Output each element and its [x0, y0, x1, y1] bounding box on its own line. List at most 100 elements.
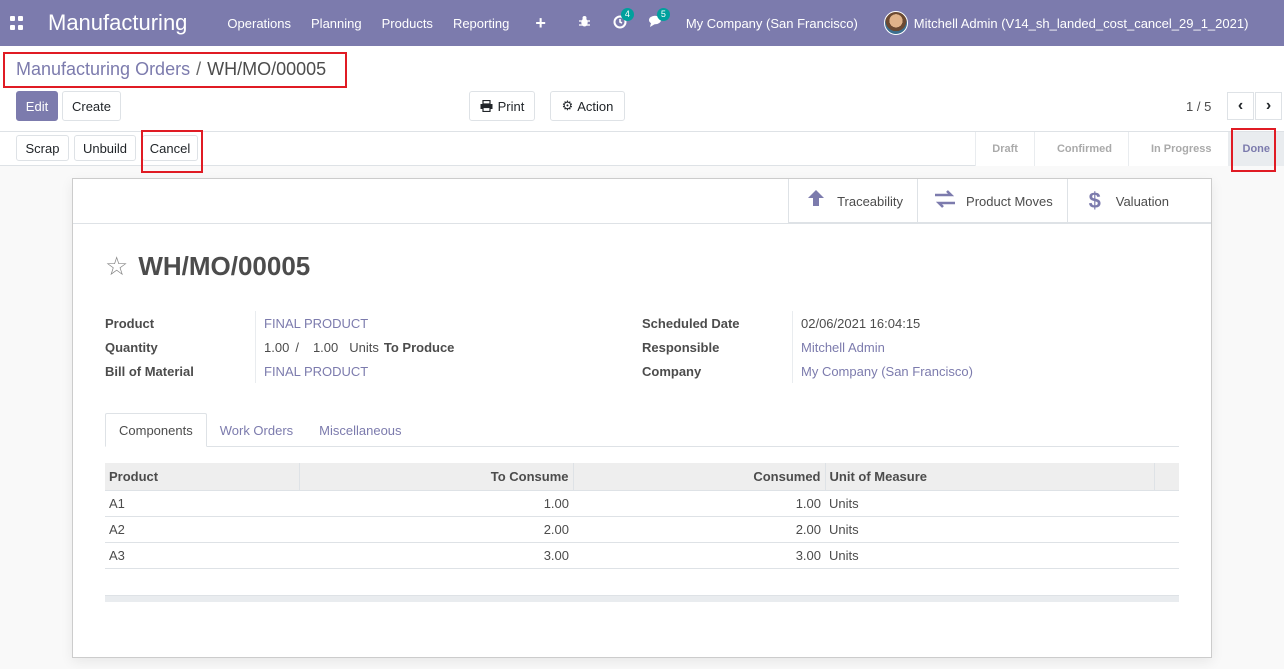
traceability-button[interactable]: Traceability [788, 179, 917, 223]
print-label: Print [497, 98, 525, 114]
menu-reporting[interactable]: Reporting [453, 16, 509, 31]
cell-product: A3 [105, 542, 299, 569]
responsible-row: Responsible Mitchell Admin [642, 335, 973, 359]
cell-consumed: 2.00 [573, 516, 825, 543]
button-box-divider [73, 223, 1211, 224]
chevron-left-icon: ‹ [1237, 97, 1244, 114]
column-header-uom[interactable]: Unit of Measure [825, 463, 1155, 491]
cancel-button[interactable]: Cancel [142, 135, 198, 161]
product-row: Product FINAL PRODUCT [105, 311, 454, 335]
left-field-group: Product FINAL PRODUCT Quantity 1.00 / 1.… [105, 311, 454, 383]
column-header-consumed[interactable]: Consumed [573, 463, 826, 491]
breadcrumb-separator: / [196, 59, 202, 79]
smart-button-box: Traceability Product Moves $ Valuation [788, 179, 1211, 223]
action-label: Action [577, 98, 614, 114]
scrap-button[interactable]: Scrap [16, 135, 69, 161]
user-menu[interactable]: Mitchell Admin (V14_sh_landed_cost_cance… [883, 11, 1249, 35]
company-label: Company [642, 363, 702, 379]
tab-components[interactable]: Components [105, 413, 207, 447]
bom-link[interactable]: FINAL PRODUCT [264, 364, 368, 379]
tab-work-orders[interactable]: Work Orders [207, 413, 306, 447]
right-field-group: Scheduled Date 02/06/2021 16:04:15 Respo… [642, 311, 973, 383]
product-moves-button[interactable]: Product Moves [917, 179, 1067, 223]
pager-previous-button[interactable]: ‹ [1227, 92, 1254, 120]
app-switcher-icon[interactable] [10, 16, 24, 30]
top-navbar: Manufacturing Operations Planning Produc… [0, 0, 1284, 46]
pager-next-button[interactable]: › [1255, 92, 1282, 120]
responsible-label: Responsible [642, 339, 720, 355]
printer-icon [480, 100, 493, 112]
breadcrumb-current: WH/MO/00005 [207, 59, 327, 79]
menu-products[interactable]: Products [382, 16, 433, 31]
edit-button[interactable]: Edit [16, 91, 58, 121]
cell-to-consume: 1.00 [299, 490, 573, 517]
cell-product: A2 [105, 516, 299, 543]
column-header-to-consume[interactable]: To Consume [299, 463, 574, 491]
pager-value[interactable]: 1 / 5 [1186, 99, 1211, 114]
status-step-done[interactable]: Done [1227, 132, 1284, 166]
responsible-link[interactable]: Mitchell Admin [801, 340, 885, 355]
status-step-confirmed[interactable]: Confirmed [1033, 132, 1128, 166]
scheduled-label: Scheduled Date [642, 315, 740, 331]
company-switcher[interactable]: My Company (San Francisco) [686, 16, 858, 31]
column-header-optional[interactable] [1154, 463, 1179, 491]
components-table: Product To Consume Consumed Unit of Meas… [105, 463, 1179, 569]
qty-uom: Units [349, 339, 379, 355]
activity-count-badge: 4 [620, 7, 634, 21]
breadcrumb-parent-link[interactable]: Manufacturing Orders [16, 59, 190, 79]
scheduled-row: Scheduled Date 02/06/2021 16:04:15 [642, 311, 973, 335]
cell-consumed: 3.00 [573, 542, 825, 569]
gear-icon: ⚙ [561, 98, 574, 113]
chevron-right-icon: › [1265, 97, 1272, 114]
cell-uom: Units [825, 516, 1154, 543]
table-footer [105, 595, 1179, 602]
arrow-up-icon [805, 188, 827, 214]
messages-count-badge: 5 [656, 8, 670, 21]
table-row[interactable]: A2 2.00 2.00 Units [105, 516, 1179, 543]
create-button[interactable]: Create [62, 91, 121, 121]
field-separator [792, 311, 793, 383]
dollar-icon: $ [1088, 188, 1101, 213]
field-separator [255, 311, 256, 383]
star-icon[interactable]: ☆ [105, 251, 128, 282]
bom-row: Bill of Material FINAL PRODUCT [105, 359, 454, 383]
column-header-product[interactable]: Product [105, 463, 300, 491]
cell-empty [1154, 516, 1179, 543]
table-row[interactable]: A3 3.00 3.00 Units [105, 542, 1179, 569]
cell-consumed: 1.00 [573, 490, 825, 517]
activity-clock-icon[interactable]: 4 [613, 7, 634, 32]
messages-icon[interactable]: 5 [648, 8, 670, 31]
to-produce-label: To Produce [383, 339, 455, 355]
unbuild-button[interactable]: Unbuild [74, 135, 136, 161]
qty-total: 1.00 [312, 339, 339, 355]
tab-miscellaneous[interactable]: Miscellaneous [306, 413, 414, 447]
plus-icon[interactable]: + [535, 13, 546, 34]
valuation-button[interactable]: $ Valuation [1066, 179, 1211, 223]
bug-icon[interactable] [578, 15, 591, 31]
exchange-icon [934, 188, 956, 214]
status-step-draft[interactable]: Draft [975, 132, 1034, 166]
qty-separator: / [295, 339, 299, 355]
menu-operations[interactable]: Operations [227, 16, 291, 31]
cell-product: A1 [105, 490, 299, 517]
cell-empty [1154, 542, 1179, 569]
product-link[interactable]: FINAL PRODUCT [264, 316, 368, 331]
company-link[interactable]: My Company (San Francisco) [801, 364, 973, 379]
status-step-in-progress[interactable]: In Progress [1127, 132, 1228, 166]
breadcrumb: Manufacturing Orders / WH/MO/00005 [16, 59, 326, 80]
table-header-row: Product To Consume Consumed Unit of Meas… [105, 463, 1179, 491]
form-sheet: Traceability Product Moves $ Valuation ☆… [72, 178, 1212, 658]
cell-empty [1154, 490, 1179, 517]
print-button[interactable]: Print [469, 91, 535, 121]
table-row[interactable]: A1 1.00 1.00 Units [105, 490, 1179, 517]
bom-label: Bill of Material [105, 363, 194, 379]
cell-uom: Units [825, 490, 1154, 517]
cell-to-consume: 2.00 [299, 516, 573, 543]
status-steps: Draft Confirmed In Progress Done [975, 132, 1284, 166]
app-brand[interactable]: Manufacturing [48, 10, 187, 36]
user-name: Mitchell Admin (V14_sh_landed_cost_cance… [913, 15, 1249, 31]
company-row: Company My Company (San Francisco) [642, 359, 973, 383]
quantity-label: Quantity [105, 339, 158, 355]
action-button[interactable]: ⚙ Action [550, 91, 625, 121]
menu-planning[interactable]: Planning [311, 16, 362, 31]
